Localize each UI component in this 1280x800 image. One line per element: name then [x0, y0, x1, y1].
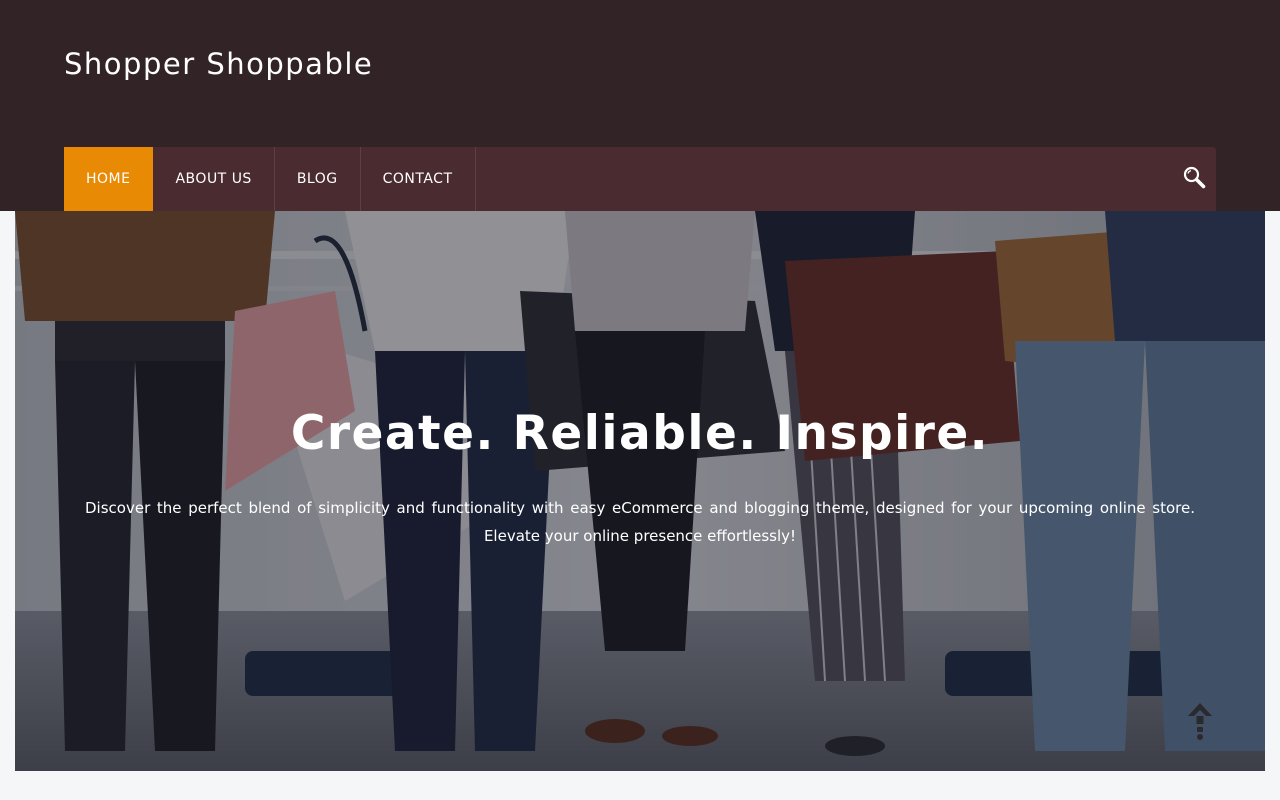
- site-header: Shopper Shoppable HOME ABOUT US BLOG CON…: [0, 0, 1280, 211]
- hero-banner: Create. Reliable. Inspire. Discover the …: [15, 211, 1265, 771]
- search-icon[interactable]: [1182, 165, 1208, 191]
- nav-item-about-us[interactable]: ABOUT US: [153, 147, 275, 211]
- hero-title: Create. Reliable. Inspire.: [290, 406, 990, 461]
- hero-description: Discover the perfect blend of simplicity…: [85, 499, 1195, 545]
- arrow-up-icon[interactable]: [1185, 701, 1215, 743]
- nav-item-contact[interactable]: CONTACT: [361, 147, 476, 211]
- nav-item-home[interactable]: HOME: [64, 147, 154, 211]
- nav-item-blog[interactable]: BLOG: [275, 147, 361, 211]
- site-title[interactable]: Shopper Shoppable: [64, 44, 373, 84]
- main-navigation: HOME ABOUT US BLOG CONTACT: [64, 147, 1216, 211]
- hero-overlay: [15, 211, 1265, 771]
